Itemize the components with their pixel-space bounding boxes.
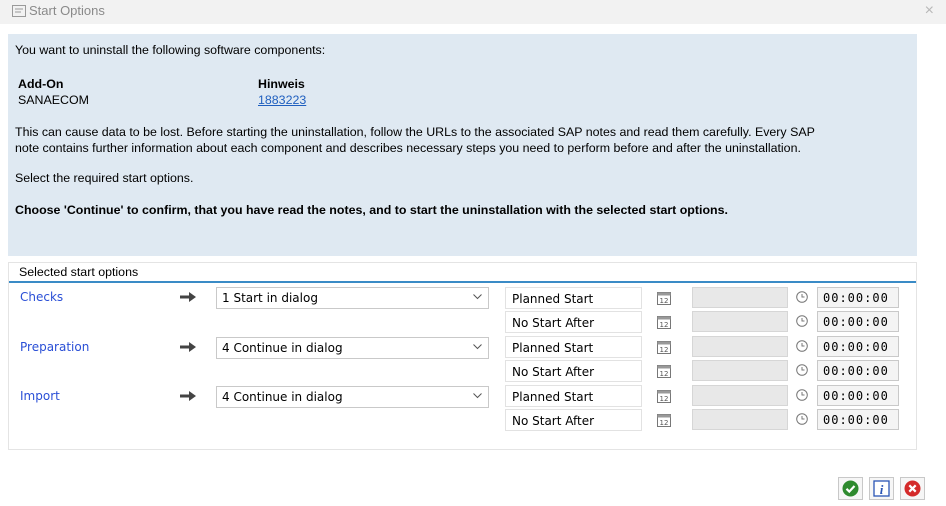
no-start-after-label-cell: No Start After: [505, 360, 642, 382]
no-start-after-time-field[interactable]: 00:00:00: [817, 409, 899, 430]
planned-start-date-field[interactable]: [692, 385, 788, 406]
calendar-icon[interactable]: 12: [657, 315, 671, 329]
no-start-after-label: No Start After: [512, 365, 595, 379]
no-start-after-date-field[interactable]: [692, 360, 788, 381]
options-header-title: Selected start options: [19, 265, 139, 279]
planned-start-date-field[interactable]: [692, 336, 788, 357]
checks-selected-value: 1 Start in dialog: [222, 291, 318, 305]
calendar-icon[interactable]: 12: [657, 364, 671, 378]
select-options-text: Select the required start options.: [15, 171, 194, 185]
planned-start-time-field[interactable]: 00:00:00: [817, 385, 899, 406]
calendar-icon[interactable]: 12: [657, 291, 671, 305]
svg-text:12: 12: [660, 370, 669, 378]
planned-start-label-cell: Planned Start: [505, 287, 642, 309]
planned-start-label: Planned Start: [512, 341, 594, 355]
svg-text:12: 12: [660, 419, 669, 427]
info-button[interactable]: i: [869, 477, 894, 500]
cancel-icon: [904, 480, 921, 497]
note-column-header: Hinweis: [258, 77, 305, 91]
options-header: Selected start options: [9, 263, 916, 283]
info-icon: i: [873, 480, 890, 497]
planned-start-time: 00:00:00: [823, 340, 889, 354]
no-start-after-time: 00:00:00: [823, 364, 889, 378]
dialog-icon: [12, 5, 26, 17]
chevron-down-icon: [473, 344, 482, 350]
svg-text:12: 12: [660, 297, 669, 305]
planned-start-label-cell: Planned Start: [505, 385, 642, 407]
no-start-after-date-field[interactable]: [692, 409, 788, 430]
arrow-right-icon: [180, 292, 196, 302]
no-start-after-label: No Start After: [512, 316, 595, 330]
clock-icon[interactable]: [796, 413, 808, 425]
cancel-button[interactable]: [900, 477, 925, 500]
chevron-down-icon: [473, 294, 482, 300]
step-label-checks[interactable]: Checks: [20, 290, 63, 304]
addon-column-header: Add-On: [18, 77, 64, 91]
continue-icon: [842, 480, 859, 497]
planned-start-time: 00:00:00: [823, 291, 889, 305]
addon-name: SANAECOM: [18, 93, 89, 107]
svg-text:12: 12: [660, 321, 669, 329]
preparation-selected-value: 4 Continue in dialog: [222, 341, 343, 355]
step-label-preparation[interactable]: Preparation: [20, 340, 89, 354]
info-panel: You want to uninstall the following soft…: [8, 34, 917, 256]
no-start-after-time-field[interactable]: 00:00:00: [817, 360, 899, 381]
planned-start-label-cell: Planned Start: [505, 336, 642, 358]
preparation-start-option-select[interactable]: 4 Continue in dialog: [216, 337, 489, 359]
window-title: Start Options: [29, 3, 105, 18]
intro-text: You want to uninstall the following soft…: [15, 43, 326, 57]
arrow-right-icon: [180, 342, 196, 352]
import-selected-value: 4 Continue in dialog: [222, 390, 343, 404]
planned-start-time-field[interactable]: 00:00:00: [817, 287, 899, 308]
planned-start-time: 00:00:00: [823, 389, 889, 403]
planned-start-date-field[interactable]: [692, 287, 788, 308]
planned-start-label: Planned Start: [512, 292, 594, 306]
calendar-icon[interactable]: 12: [657, 389, 671, 403]
warning-text-line1: This can cause data to be lost. Before s…: [15, 125, 815, 139]
confirm-text: Choose 'Continue' to confirm, that you h…: [15, 203, 728, 217]
checks-start-option-select[interactable]: 1 Start in dialog: [216, 287, 489, 309]
step-label-import[interactable]: Import: [20, 389, 60, 403]
no-start-after-time: 00:00:00: [823, 413, 889, 427]
svg-text:12: 12: [660, 346, 669, 354]
planned-start-time-field[interactable]: 00:00:00: [817, 336, 899, 357]
no-start-after-label: No Start After: [512, 414, 595, 428]
svg-text:i: i: [880, 482, 884, 497]
calendar-icon[interactable]: 12: [657, 413, 671, 427]
no-start-after-time-field[interactable]: 00:00:00: [817, 311, 899, 332]
no-start-after-time: 00:00:00: [823, 315, 889, 329]
no-start-after-label-cell: No Start After: [505, 311, 642, 333]
warning-text-line2: note contains further information about …: [15, 141, 801, 155]
close-button[interactable]: ×: [925, 1, 934, 21]
import-start-option-select[interactable]: 4 Continue in dialog: [216, 386, 489, 408]
clock-icon[interactable]: [796, 389, 808, 401]
svg-text:12: 12: [660, 395, 669, 403]
clock-icon[interactable]: [796, 315, 808, 327]
planned-start-label: Planned Start: [512, 390, 594, 404]
clock-icon[interactable]: [796, 291, 808, 303]
calendar-icon[interactable]: 12: [657, 340, 671, 354]
no-start-after-date-field[interactable]: [692, 311, 788, 332]
title-bar: Start Options ×: [0, 0, 946, 24]
arrow-right-icon: [180, 391, 196, 401]
no-start-after-label-cell: No Start After: [505, 409, 642, 431]
clock-icon[interactable]: [796, 340, 808, 352]
clock-icon[interactable]: [796, 364, 808, 376]
chevron-down-icon: [473, 393, 482, 399]
continue-button[interactable]: [838, 477, 863, 500]
sap-note-link[interactable]: 1883223: [258, 93, 306, 107]
